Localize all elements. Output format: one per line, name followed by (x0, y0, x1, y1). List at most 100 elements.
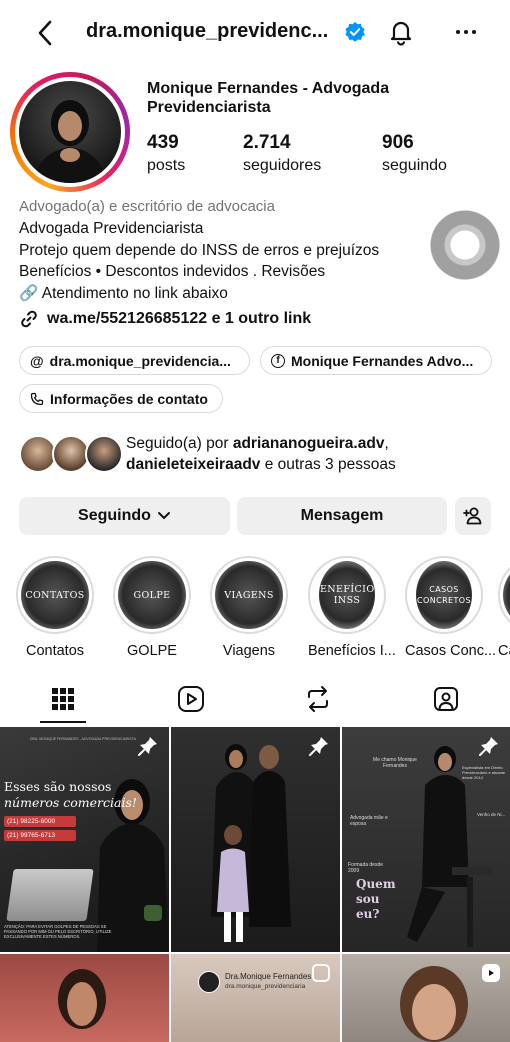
plant-cup (144, 905, 162, 921)
reel-icon (482, 964, 500, 982)
post-reel-monique[interactable]: Dra.Monique Fernandes dra.monique_previd… (171, 954, 340, 1042)
post-portrait[interactable] (0, 954, 169, 1042)
post-note: ATENÇÃO: PARA EVITAR GOLPES DE PESSOAS S… (4, 924, 112, 939)
followed-by-prefix: Seguido(a) por (126, 435, 233, 452)
post-author-handle: dra.monique_previdenciaria (225, 983, 306, 990)
highlight-cover (503, 561, 510, 629)
grid-icon[interactable] (45, 684, 81, 714)
following-count[interactable]: 906 seguindo (382, 132, 447, 175)
highlight-viagens[interactable]: VIAGENS Viagens (210, 556, 288, 659)
family-figures (211, 744, 291, 942)
message-button-label: Mensagem (300, 507, 384, 524)
post-title-line-2: números comerciais! (4, 795, 137, 810)
followed-by-user-1[interactable]: adriananogueira.adv (233, 435, 385, 452)
contact-info-chip[interactable]: Informações de contato (19, 384, 223, 413)
suggested-people-button[interactable] (455, 497, 491, 535)
threads-chip-label: dra.monique_previdencia... (49, 352, 231, 369)
quem-sou-eu-text: Quem sou eu? (356, 877, 396, 921)
highlight-contatos[interactable]: CONTATOS Contatos (16, 556, 94, 659)
link-icon (21, 310, 37, 328)
message-button[interactable]: Mensagem (237, 497, 447, 535)
pinned-icon (138, 737, 157, 756)
highlight-casos-concretos[interactable]: CASOS CONCRETOS Casos Conc... (405, 556, 497, 659)
post-header-text: DRA. MONIQUE FERNANDES - ADVOGADA PREVID… (30, 737, 136, 741)
post-video[interactable] (342, 954, 510, 1042)
highlight-cover: BENEFÍCIOS INSS (313, 561, 381, 629)
highlight-cover: GOLPE (118, 561, 186, 629)
followed-by-user-2[interactable]: danieleteixeiraadv (126, 456, 260, 473)
annotation-role: Advogada mãe e esposa (350, 815, 388, 827)
profile-screen: { "header": {"username": "dra.monique_pr… (0, 0, 510, 1042)
highlight-label: Ca (498, 643, 510, 659)
post-family-photo[interactable] (171, 727, 340, 952)
verified-badge-icon (344, 21, 366, 43)
followers-count[interactable]: 2.714 seguidores (243, 132, 321, 175)
followers-count-label: seguidores (243, 157, 322, 174)
highlight-cover: CASOS CONCRETOS (416, 561, 472, 629)
followed-by-suffix: e outras 3 pessoas (260, 456, 396, 473)
followed-by-separator: , (384, 435, 389, 452)
following-count-label: seguindo (382, 157, 447, 174)
highlight-beneficios[interactable]: BENEFÍCIOS INSS Benefícios I... (308, 556, 396, 659)
loading-spinner-icon (429, 209, 501, 281)
pinned-icon (479, 737, 498, 756)
person-figure (58, 969, 106, 1029)
threads-chip[interactable]: @ dra.monique_previdencia... (19, 346, 250, 375)
follower-avatar (85, 435, 123, 473)
highlight-golpe[interactable]: GOLPE GOLPE (113, 556, 191, 659)
post-quem-sou-eu[interactable]: Me chamo Monique Fernandes Advogada mãe … (342, 727, 510, 952)
post-avatar (198, 971, 220, 993)
post-numeros-comerciais[interactable]: DRA. MONIQUE FERNANDES - ADVOGADA PREVID… (0, 727, 169, 952)
followed-by-section[interactable]: Seguido(a) por adriananogueira.adv, danie… (19, 433, 489, 477)
profile-photo (19, 81, 121, 183)
phone-number-2: (21) 99765-6713 (4, 830, 76, 841)
highlight-label: Benefícios I... (308, 643, 396, 659)
post-title-line-1: Esses são nossos (4, 779, 112, 794)
highlight-label: Casos Conc... (405, 643, 497, 659)
pinned-icon (309, 737, 328, 756)
phone-icon (30, 392, 44, 405)
top-bar: dra.monique_previdenc... (0, 0, 510, 64)
profile-category: Advogado(a) e escritório de advocacia (19, 198, 275, 215)
highlight-cover: VIAGENS (215, 561, 283, 629)
back-arrow-icon[interactable] (30, 18, 60, 48)
reels-icon[interactable] (173, 684, 209, 714)
following-button-label: Seguindo (78, 507, 151, 524)
contact-info-chip-label: Informações de contato (50, 390, 208, 407)
laptop (6, 869, 94, 921)
annotation-formed: Formada desde 2009 (348, 862, 384, 874)
profile-tabs (0, 678, 510, 724)
active-tab-indicator (40, 721, 86, 723)
highlight-label: Contatos (25, 643, 85, 659)
followed-by-text: Seguido(a) por adriananogueira.adv, danie… (126, 433, 396, 475)
reel-icon (312, 964, 330, 982)
followers-count-value: 2.714 (243, 132, 291, 153)
annotation-name: Me chamo Monique Fernandes (373, 757, 417, 769)
following-button[interactable]: Seguindo (19, 497, 230, 535)
annotation-specialist: Especialista em Direito Previdenciário e… (462, 765, 506, 780)
phone-number-1: (21) 98225-6000 (4, 816, 76, 827)
posts-count[interactable]: 439 posts (147, 132, 185, 175)
highlight-label: GOLPE (127, 643, 177, 659)
posts-count-label: posts (147, 157, 186, 174)
profile-link-text: wa.me/552126685122 e 1 outro link (47, 310, 312, 327)
facebook-chip-label: Monique Fernandes Advo... (291, 352, 474, 369)
chevron-down-icon (157, 512, 170, 520)
profile-full-name: Monique Fernandes - Advogada Previdencia… (147, 80, 390, 116)
profile-bio: Advogada Previdenciarista Protejo quem d… (19, 220, 380, 302)
highlight-label: Viagens (222, 643, 276, 659)
facebook-icon: f (271, 353, 285, 368)
more-options-icon[interactable] (452, 20, 480, 44)
profile-username[interactable]: dra.monique_previdenc... (86, 20, 328, 43)
profile-link[interactable]: wa.me/552126685122 e 1 outro link (19, 309, 311, 329)
annotation-origin: Venho de Ni... (477, 812, 506, 817)
profile-avatar[interactable] (10, 72, 130, 192)
notifications-bell-icon[interactable] (386, 17, 416, 47)
highlight-partial[interactable]: Ca (498, 556, 510, 659)
threads-icon: @ (30, 352, 44, 369)
facebook-chip[interactable]: f Monique Fernandes Advo... (260, 346, 492, 375)
reposts-icon[interactable] (300, 684, 336, 714)
add-person-icon (463, 507, 482, 525)
tagged-icon[interactable] (428, 684, 464, 714)
highlight-cover: CONTATOS (21, 561, 89, 629)
